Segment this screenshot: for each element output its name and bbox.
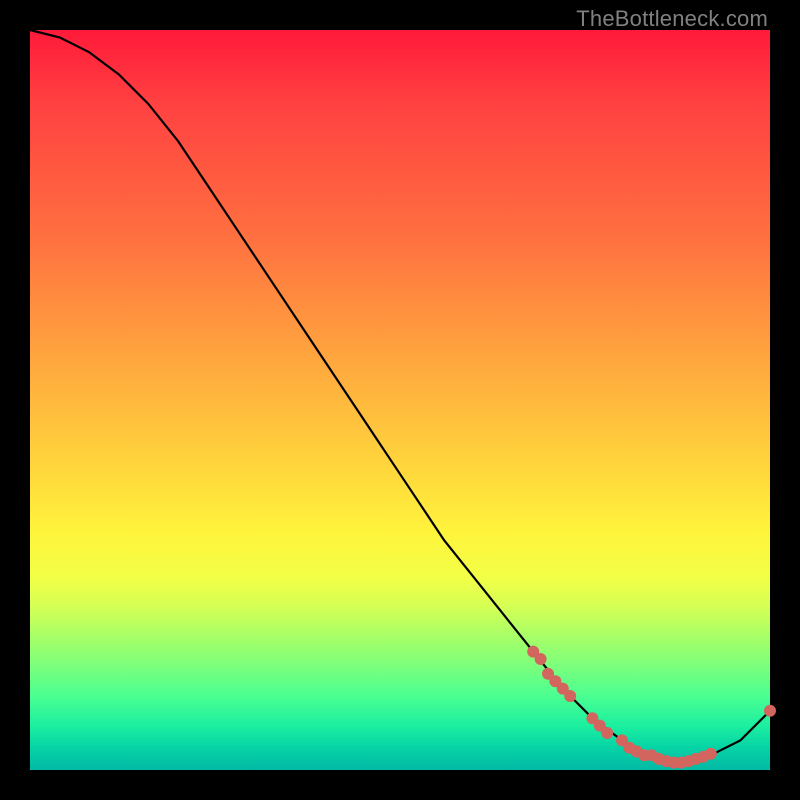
marker-dot: [705, 748, 717, 760]
plot-area: [30, 30, 770, 770]
marker-group: [527, 646, 776, 769]
watermark-text: TheBottleneck.com: [576, 6, 768, 32]
marker-dot: [535, 653, 547, 665]
bottleneck-curve: [30, 30, 770, 763]
curve-svg: [30, 30, 770, 770]
chart-frame: TheBottleneck.com: [0, 0, 800, 800]
marker-dot: [601, 727, 613, 739]
marker-dot: [764, 705, 776, 717]
marker-dot: [564, 690, 576, 702]
